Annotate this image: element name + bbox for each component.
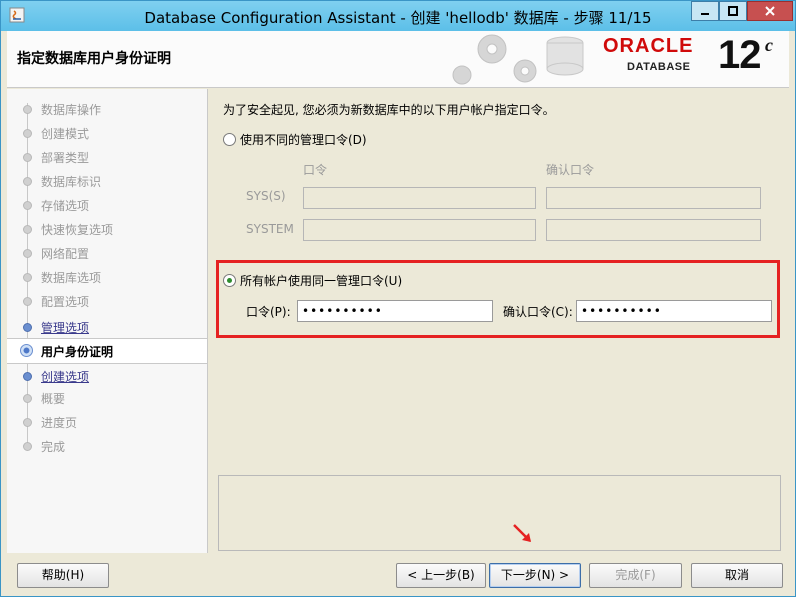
step-dot-icon bbox=[23, 273, 32, 282]
system-password-field bbox=[303, 219, 536, 241]
sys-label: SYS(S) bbox=[246, 189, 286, 203]
minimize-button[interactable] bbox=[691, 1, 719, 21]
close-icon bbox=[765, 6, 775, 16]
sidebar-step-deployment-type: 部署类型 bbox=[7, 145, 207, 169]
sidebar-step-progress: 进度页 bbox=[7, 410, 207, 434]
radio-different-passwords-label[interactable]: 使用不同的管理口令(D) bbox=[240, 131, 367, 148]
dbca-window: Database Configuration Assistant - 创建 'h… bbox=[0, 0, 796, 597]
sys-password-field bbox=[303, 187, 536, 209]
step-dot-icon bbox=[23, 225, 32, 234]
oracle-logo-database: DATABASE bbox=[627, 61, 691, 73]
window-title: Database Configuration Assistant - 创建 'h… bbox=[144, 9, 652, 27]
sidebar-step-label: 配置选项 bbox=[41, 295, 90, 309]
step-dot-icon bbox=[23, 372, 32, 381]
radio-same-password[interactable] bbox=[223, 274, 236, 287]
page-header: 指定数据库用户身份证明 ORACLE DATABASE 12 c bbox=[7, 31, 789, 88]
step-dot-icon bbox=[23, 394, 32, 403]
step-dot-icon bbox=[23, 297, 32, 306]
sidebar-step-creation-options[interactable]: 创建选项 bbox=[7, 364, 207, 388]
sidebar-step-fast-recovery: 快速恢复选项 bbox=[7, 217, 207, 241]
help-button[interactable]: 帮助(H) bbox=[17, 563, 109, 588]
oracle-logo-text: ORACLE bbox=[603, 35, 694, 57]
step-dot-icon bbox=[23, 323, 32, 332]
back-button[interactable]: < 上一步(B) bbox=[396, 563, 486, 588]
sidebar-step-summary: 概要 bbox=[7, 386, 207, 410]
oracle-logo-version-suffix: c bbox=[765, 35, 773, 55]
password-input[interactable]: •••••••••• bbox=[297, 300, 493, 322]
sidebar-step-label: 概要 bbox=[41, 392, 66, 406]
maximize-icon bbox=[728, 6, 738, 16]
annotation-arrow-icon bbox=[513, 524, 531, 542]
page-title: 指定数据库用户身份证明 bbox=[17, 51, 171, 67]
confirm-password-label: 确认口令(C): bbox=[503, 305, 573, 319]
step-current-dot-icon bbox=[20, 344, 33, 357]
sidebar-step-label: 进度页 bbox=[41, 416, 78, 430]
sidebar-step-label[interactable]: 创建选项 bbox=[41, 368, 89, 385]
password-label: 口令(P): bbox=[246, 305, 291, 319]
gears-decoration-icon bbox=[452, 34, 584, 85]
sidebar-step-network-config: 网络配置 bbox=[7, 241, 207, 265]
maximize-button[interactable] bbox=[719, 1, 747, 21]
radio-same-password-label[interactable]: 所有帐户使用同一管理口令(U) bbox=[240, 272, 402, 289]
sidebar-step-label: 数据库操作 bbox=[41, 103, 102, 117]
steps-sidebar: 数据库操作 创建模式 部署类型 数据库标识 存储选项 快速恢复选项 网络配置 数… bbox=[7, 89, 208, 553]
sidebar-step-label: 部署类型 bbox=[41, 151, 90, 165]
message-area bbox=[218, 475, 781, 551]
sidebar-step-label: 完成 bbox=[41, 440, 66, 454]
sidebar-step-label: 快速恢复选项 bbox=[41, 223, 114, 237]
sidebar-step-management-options[interactable]: 管理选项 bbox=[7, 315, 207, 339]
sidebar-step-db-options: 数据库选项 bbox=[7, 265, 207, 289]
sidebar-step-config-options: 配置选项 bbox=[7, 289, 207, 313]
intro-text: 为了安全起见, 您必须为新数据库中的以下用户帐户指定口令。 bbox=[223, 103, 555, 117]
sidebar-step-label: 用户身份证明 bbox=[41, 345, 114, 359]
minimize-icon bbox=[701, 13, 709, 15]
step-dot-icon bbox=[23, 177, 32, 186]
sidebar-step-user-credentials: 用户身份证明 bbox=[7, 338, 207, 364]
step-dot-icon bbox=[23, 442, 32, 451]
column-header-confirm-password: 确认口令 bbox=[546, 163, 595, 177]
main-content: 为了安全起见, 您必须为新数据库中的以下用户帐户指定口令。 使用不同的管理口令(… bbox=[208, 89, 789, 553]
step-dot-icon bbox=[23, 105, 32, 114]
step-dot-icon bbox=[23, 418, 32, 427]
next-button[interactable]: 下一步(N) > bbox=[489, 563, 581, 588]
finish-button: 完成(F) bbox=[589, 563, 682, 588]
close-button[interactable] bbox=[747, 1, 793, 21]
oracle-logo-version: 12 bbox=[718, 33, 761, 77]
radio-different-passwords[interactable] bbox=[223, 133, 236, 146]
sys-confirm-password-field bbox=[546, 187, 761, 209]
sidebar-step-label: 网络配置 bbox=[41, 247, 90, 261]
sidebar-step-label[interactable]: 管理选项 bbox=[41, 319, 89, 336]
sidebar-step-finish: 完成 bbox=[7, 434, 207, 458]
cancel-button[interactable]: 取消 bbox=[691, 563, 783, 588]
sidebar-step-creation-mode: 创建模式 bbox=[7, 121, 207, 145]
sidebar-step-label: 数据库标识 bbox=[41, 175, 102, 189]
step-dot-icon bbox=[23, 249, 32, 258]
sidebar-step-db-identification: 数据库标识 bbox=[7, 169, 207, 193]
sidebar-step-label: 创建模式 bbox=[41, 127, 90, 141]
title-bar[interactable]: Database Configuration Assistant - 创建 'h… bbox=[1, 1, 795, 31]
sidebar-step-storage-option: 存储选项 bbox=[7, 193, 207, 217]
confirm-password-input[interactable]: •••••••••• bbox=[576, 300, 772, 322]
sidebar-step-label: 存储选项 bbox=[41, 199, 90, 213]
step-dot-icon bbox=[23, 201, 32, 210]
sidebar-step-label: 数据库选项 bbox=[41, 271, 102, 285]
step-dot-icon bbox=[23, 153, 32, 162]
column-header-password: 口令 bbox=[303, 163, 328, 177]
step-dot-icon bbox=[23, 129, 32, 138]
system-confirm-password-field bbox=[546, 219, 761, 241]
system-label: SYSTEM bbox=[246, 222, 294, 236]
sidebar-step-db-operation: 数据库操作 bbox=[7, 97, 207, 121]
